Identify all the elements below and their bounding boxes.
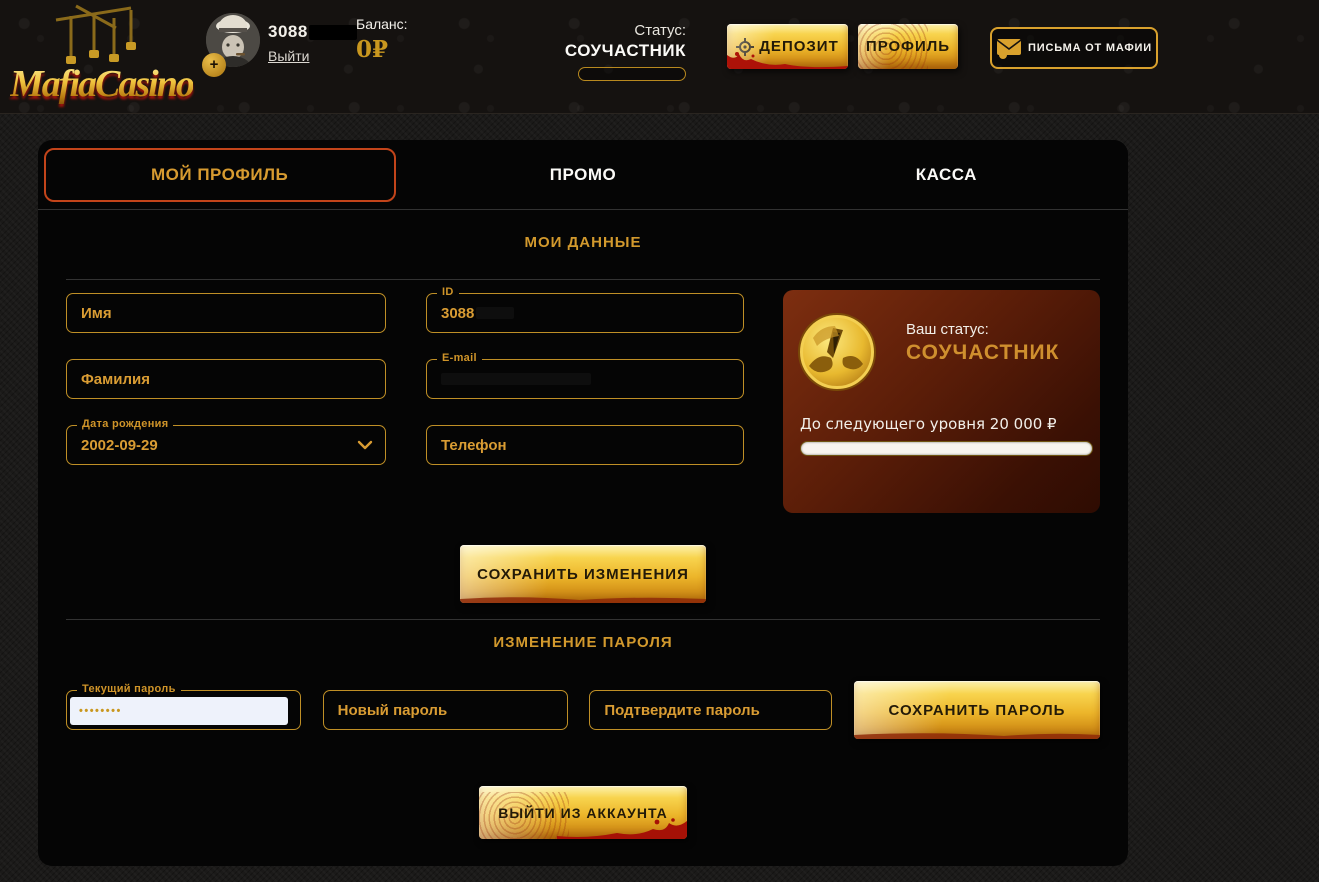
blood-splatter — [853, 733, 1100, 739]
phone-field[interactable] — [426, 425, 744, 465]
logout-account-button[interactable]: ВЫЙТИ ИЗ АККАУНТА — [479, 786, 687, 839]
current-password-input[interactable]: •••••••• — [70, 697, 288, 725]
status-card: Ваш статус: СОУЧАСТНИК До следующего уро… — [783, 290, 1100, 513]
logout-account-label: ВЫЙТИ ИЗ АККАУНТА — [498, 804, 668, 821]
avatar[interactable]: + — [202, 13, 264, 77]
tab-cashier[interactable]: КАССА — [765, 140, 1128, 209]
redaction-bar — [308, 25, 357, 41]
status-label: Статус: — [634, 22, 686, 39]
redaction-bar — [441, 373, 591, 385]
user-id: 3088 — [268, 22, 357, 42]
birthdate-value: 2002-09-29 — [81, 436, 158, 454]
last-name-field[interactable] — [66, 359, 386, 399]
password-form: Текущий пароль •••••••• СОХРАНИТЬ ПАРОЛЬ — [66, 681, 1100, 739]
id-field-label: ID — [437, 286, 459, 298]
birthdate-select[interactable]: Дата рождения 2002-09-29 — [66, 418, 386, 465]
deposit-button[interactable]: ДЕПОЗИТ — [727, 24, 848, 69]
save-password-label: СОХРАНИТЬ ПАРОЛЬ — [888, 701, 1066, 719]
mafia-letters-button[interactable]: ПИСЬМА ОТ МАФИИ — [990, 27, 1158, 69]
save-changes-label: СОХРАНИТЬ ИЗМЕНЕНИЯ — [477, 565, 689, 583]
profile-label: ПРОФИЛЬ — [865, 38, 951, 55]
birthdate-label: Дата рождения — [77, 418, 174, 430]
profile-form: ID 3088 E-mail Дата рождения 2002-09-29 — [66, 286, 1100, 518]
tab-promo[interactable]: ПРОМО — [401, 140, 764, 209]
id-field[interactable]: ID 3088 — [426, 286, 744, 333]
logout-link[interactable]: Выйти — [268, 48, 309, 64]
divider — [66, 279, 1100, 280]
last-name-input[interactable] — [81, 360, 371, 398]
tab-cashier-label: КАССА — [915, 164, 977, 184]
blood-splatter — [460, 597, 706, 603]
next-level-text: До следующего уровня 20 000 ₽ — [800, 415, 1057, 433]
section-title-my-data: МОИ ДАННЫЕ — [524, 234, 642, 251]
level-progress-bar — [800, 441, 1093, 456]
page: MafiaCasino + 3088 Выйти Баланс: 0₽ Стат… — [0, 0, 1319, 882]
current-password-field[interactable]: Текущий пароль •••••••• — [66, 683, 301, 730]
profile-button[interactable]: ПРОФИЛЬ — [858, 24, 958, 69]
deposit-label: ДЕПОЗИТ — [759, 38, 839, 55]
tab-bar: МОЙ ПРОФИЛЬ ПРОМО КАССА — [38, 140, 1128, 210]
header-status: Статус: СОУЧАСТНИК — [552, 22, 686, 81]
avatar-add-icon[interactable]: + — [202, 53, 226, 77]
balance-value: 0₽ — [356, 36, 389, 63]
section-title-password: ИЗМЕНЕНИЕ ПАРОЛЯ — [493, 634, 673, 651]
card-status-label: Ваш статус: — [906, 321, 989, 338]
divider — [66, 619, 1100, 620]
tab-promo-label: ПРОМО — [549, 164, 617, 184]
tab-my-profile[interactable]: МОЙ ПРОФИЛЬ — [38, 140, 401, 209]
first-name-field[interactable] — [66, 293, 386, 333]
phone-input[interactable] — [441, 426, 729, 464]
logo-text: MafiaCasino — [10, 63, 193, 105]
letters-label: ПИСЬМА ОТ МАФИИ — [1028, 42, 1152, 54]
email-field-label: E-mail — [437, 352, 482, 364]
main-panel: МОЙ ПРОФИЛЬ ПРОМО КАССА МОИ ДАННЫЕ ID 30… — [38, 140, 1128, 866]
status-value: СОУЧАСТНИК — [564, 41, 686, 60]
balance-label: Баланс: — [356, 16, 408, 32]
new-password-field[interactable] — [322, 690, 568, 730]
chevron-down-icon — [357, 440, 373, 450]
save-password-button[interactable]: СОХРАНИТЬ ПАРОЛЬ — [853, 681, 1100, 739]
redaction-bar — [476, 307, 515, 319]
card-status-texts: Ваш статус: СОУЧАСТНИК — [906, 315, 1059, 365]
status-progress-bar — [578, 67, 686, 81]
site-logo[interactable]: MafiaCasino — [8, 2, 203, 112]
new-password-input[interactable] — [337, 691, 553, 729]
confirm-password-field[interactable] — [589, 690, 833, 730]
crosshair-icon — [736, 37, 755, 56]
save-changes-button[interactable]: СОХРАНИТЬ ИЗМЕНЕНИЯ — [460, 545, 706, 603]
tab-my-profile-label: МОЙ ПРОФИЛЬ — [151, 164, 289, 184]
status-badge-icon — [800, 315, 874, 389]
first-name-input[interactable] — [81, 294, 371, 332]
confirm-password-input[interactable] — [604, 691, 818, 729]
current-password-label: Текущий пароль — [77, 683, 181, 695]
card-status-value: СОУЧАСТНИК — [906, 341, 1060, 364]
id-field-value: 3088 — [441, 304, 475, 322]
envelope-icon — [996, 39, 1022, 59]
marionette-icon — [55, 4, 136, 64]
site-header: MafiaCasino + 3088 Выйти Баланс: 0₽ Стат… — [0, 0, 1319, 114]
email-field[interactable]: E-mail — [426, 352, 744, 399]
